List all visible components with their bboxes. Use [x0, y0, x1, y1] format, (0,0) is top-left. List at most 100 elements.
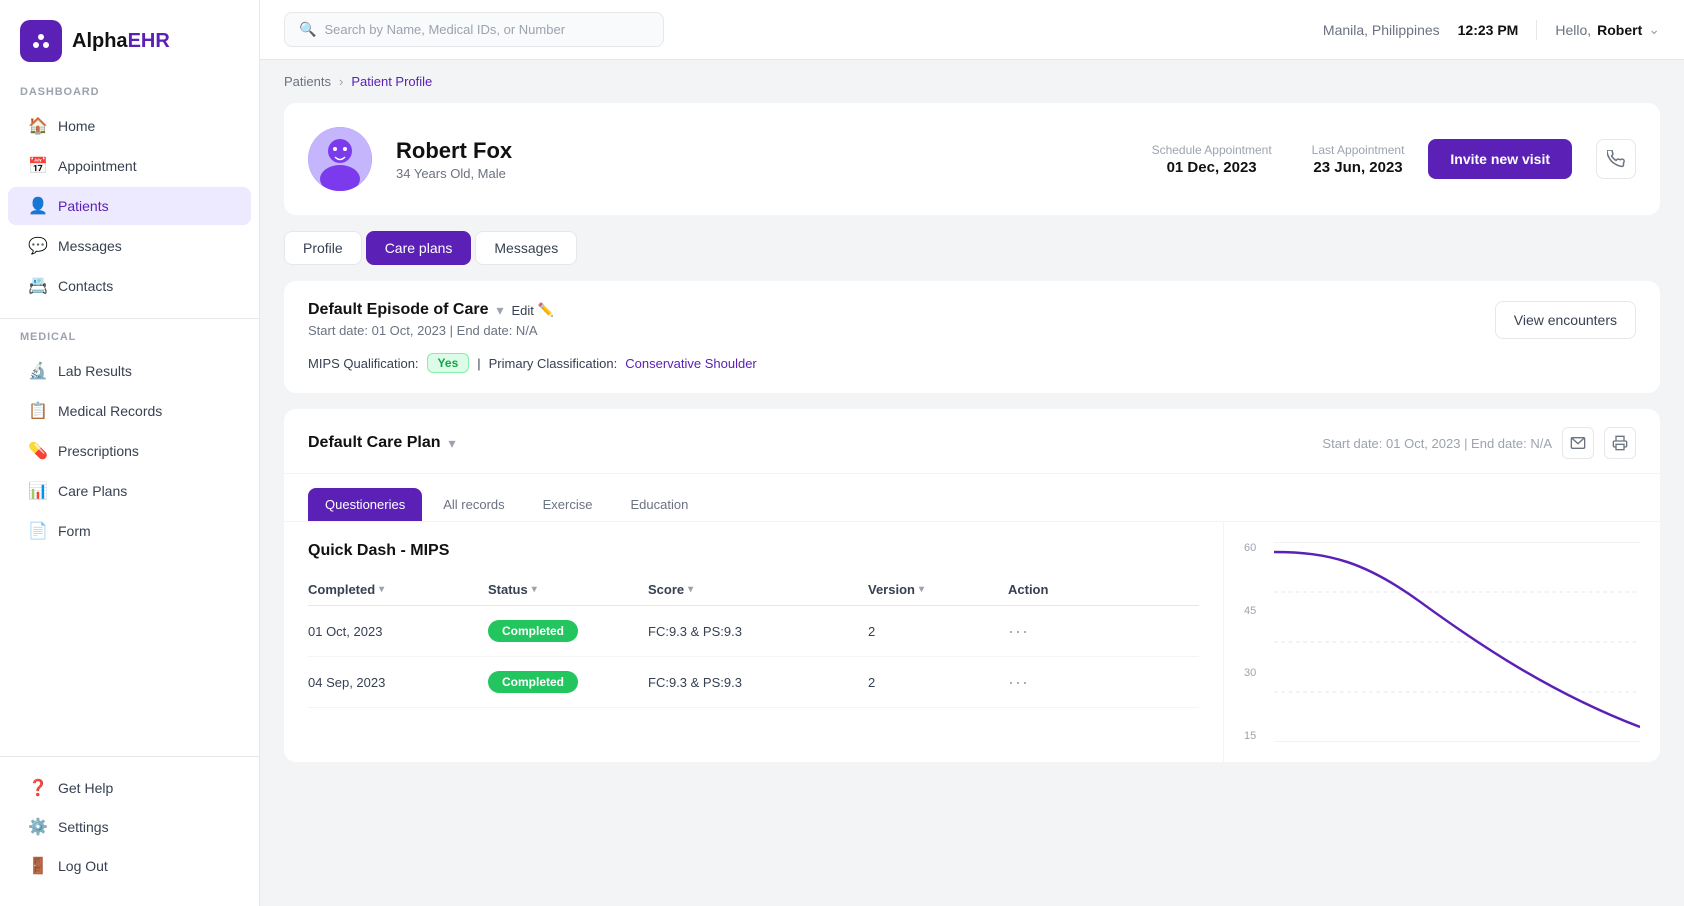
sidebar-item-log-out[interactable]: 🚪 Log Out — [8, 847, 251, 885]
row2-action-menu[interactable]: ··· — [1008, 672, 1029, 693]
tab-all-records[interactable]: All records — [426, 488, 521, 521]
prescriptions-icon: 💊 — [28, 441, 48, 461]
search-box[interactable]: 🔍 Search by Name, Medical IDs, or Number — [284, 12, 664, 47]
sidebar-item-medical-records[interactable]: 📋 Medical Records — [8, 392, 251, 430]
th-status[interactable]: Status ▾ — [488, 582, 648, 597]
content: Patients › Patient Profile Robert Fox 34 — [260, 60, 1684, 906]
sidebar-item-lab-results[interactable]: 🔬 Lab Results — [8, 352, 251, 390]
invite-new-visit-button[interactable]: Invite new visit — [1428, 139, 1572, 179]
episode-end-date: End date: N/A — [457, 323, 538, 338]
care-plan-body: Quick Dash - MIPS Completed ▾ Status ▾ S… — [284, 522, 1660, 762]
lab-results-icon: 🔬 — [28, 361, 48, 381]
breadcrumb: Patients › Patient Profile — [260, 60, 1684, 103]
row1-action: ··· — [1008, 621, 1088, 642]
patient-card: Robert Fox 34 Years Old, Male Schedule A… — [284, 103, 1660, 215]
tab-questioneries[interactable]: Questioneries — [308, 488, 422, 521]
sidebar-item-label: Get Help — [58, 780, 113, 796]
th-completed[interactable]: Completed ▾ — [308, 582, 488, 597]
appointment-info: Schedule Appointment 01 Dec, 2023 Last A… — [1152, 143, 1405, 176]
view-encounters-button[interactable]: View encounters — [1495, 301, 1636, 339]
episode-mips: MIPS Qualification: Yes | Primary Classi… — [308, 353, 1636, 373]
schedule-label: Schedule Appointment — [1152, 143, 1272, 157]
sidebar-item-patients[interactable]: 👤 Patients — [8, 187, 251, 225]
care-plan-dropdown-icon[interactable]: ▾ — [448, 435, 455, 452]
sidebar-item-label: Appointment — [58, 158, 137, 174]
episode-start-date: Start date: 01 Oct, 2023 — [308, 323, 446, 338]
sidebar-item-label: Contacts — [58, 278, 113, 294]
row2-status: Completed — [488, 671, 648, 693]
care-plan-title: Default Care Plan — [308, 434, 440, 452]
appointment-icon: 📅 — [28, 156, 48, 176]
episode-header: Default Episode of Care ▾ Edit ✏️ Start … — [308, 301, 1636, 339]
username: Robert — [1597, 22, 1642, 38]
sidebar-item-appointment[interactable]: 📅 Appointment — [8, 147, 251, 185]
care-plan-tabs: Questioneries All records Exercise Educa… — [284, 474, 1660, 522]
tab-messages[interactable]: Messages — [475, 231, 577, 265]
sidebar-item-label: Home — [58, 118, 95, 134]
tab-exercise[interactable]: Exercise — [526, 488, 610, 521]
logo: AlphaEHR — [0, 20, 259, 86]
chart-y-labels: 60 45 30 15 — [1244, 542, 1274, 742]
care-plan-dates: Start date: 01 Oct, 2023 | End date: N/A — [1322, 436, 1552, 451]
sidebar-item-care-plans[interactable]: 📊 Care Plans — [8, 472, 251, 510]
row2-completed: 04 Sep, 2023 — [308, 675, 488, 690]
form-icon: 📄 — [28, 521, 48, 541]
topbar-right: Manila, Philippines 12:23 PM Hello, Robe… — [1323, 20, 1660, 40]
home-icon: 🏠 — [28, 116, 48, 136]
th-score[interactable]: Score ▾ — [648, 582, 868, 597]
table-header: Completed ▾ Status ▾ Score ▾ Version — [308, 574, 1199, 606]
search-placeholder: Search by Name, Medical IDs, or Number — [324, 22, 565, 37]
care-plan-actions: Start date: 01 Oct, 2023 | End date: N/A — [1322, 427, 1636, 459]
y-label-30: 30 — [1244, 667, 1266, 679]
schedule-date: 01 Dec, 2023 — [1152, 159, 1272, 176]
call-button[interactable] — [1596, 139, 1636, 179]
episode-dates: Start date: 01 Oct, 2023 | End date: N/A — [308, 323, 554, 338]
th-action: Action — [1008, 582, 1088, 597]
patients-icon: 👤 — [28, 196, 48, 216]
chart-wrap: 60 45 30 15 — [1244, 542, 1640, 742]
row1-status: Completed — [488, 620, 648, 642]
tab-care-plans[interactable]: Care plans — [366, 231, 472, 265]
edit-pencil-icon: ✏️ — [538, 302, 554, 318]
th-version[interactable]: Version ▾ — [868, 582, 1008, 597]
patient-age-gender: 34 Years Old, Male — [396, 166, 1128, 181]
row1-action-menu[interactable]: ··· — [1008, 621, 1029, 642]
sidebar-item-label: Form — [58, 523, 91, 539]
sidebar-item-home[interactable]: 🏠 Home — [8, 107, 251, 145]
episode-edit-button[interactable]: Edit ✏️ — [512, 302, 555, 318]
sidebar-item-prescriptions[interactable]: 💊 Prescriptions — [8, 432, 251, 470]
status-badge: Completed — [488, 620, 578, 642]
chevron-down-icon[interactable]: ⌄ — [1648, 21, 1660, 38]
last-appt-label: Last Appointment — [1312, 143, 1405, 157]
sidebar-item-get-help[interactable]: ❓ Get Help — [8, 769, 251, 807]
episode-dropdown-icon[interactable]: ▾ — [496, 302, 503, 319]
row1-completed: 01 Oct, 2023 — [308, 624, 488, 639]
tab-education[interactable]: Education — [614, 488, 706, 521]
y-label-15: 15 — [1244, 730, 1266, 742]
email-button[interactable] — [1562, 427, 1594, 459]
patient-info: Robert Fox 34 Years Old, Male — [396, 138, 1128, 181]
sort-icon: ▾ — [919, 584, 924, 595]
main-area: 🔍 Search by Name, Medical IDs, or Number… — [260, 0, 1684, 906]
episode-card: Default Episode of Care ▾ Edit ✏️ Start … — [284, 281, 1660, 393]
print-button[interactable] — [1604, 427, 1636, 459]
messages-icon: 💬 — [28, 236, 48, 256]
sidebar-item-label: Log Out — [58, 858, 108, 874]
sidebar-item-contacts[interactable]: 📇 Contacts — [8, 267, 251, 305]
breadcrumb-separator: › — [339, 74, 343, 89]
sidebar-item-settings[interactable]: ⚙️ Settings — [8, 808, 251, 846]
patient-name: Robert Fox — [396, 138, 1128, 164]
topbar-divider — [1536, 20, 1537, 40]
tab-profile[interactable]: Profile — [284, 231, 362, 265]
row2-score: FC:9.3 & PS:9.3 — [648, 675, 868, 690]
settings-icon: ⚙️ — [28, 817, 48, 837]
user-greeting: Hello, Robert ⌄ — [1555, 21, 1660, 38]
sidebar-item-messages[interactable]: 💬 Messages — [8, 227, 251, 265]
table-row: 01 Oct, 2023 Completed FC:9.3 & PS:9.3 2… — [308, 606, 1199, 657]
episode-title-row: Default Episode of Care ▾ Edit ✏️ — [308, 301, 554, 319]
y-label-60: 60 — [1244, 542, 1266, 554]
breadcrumb-parent[interactable]: Patients — [284, 74, 331, 89]
primary-classification-value[interactable]: Conservative Shoulder — [625, 356, 757, 371]
sidebar-item-label: Care Plans — [58, 483, 127, 499]
sidebar-item-form[interactable]: 📄 Form — [8, 512, 251, 550]
